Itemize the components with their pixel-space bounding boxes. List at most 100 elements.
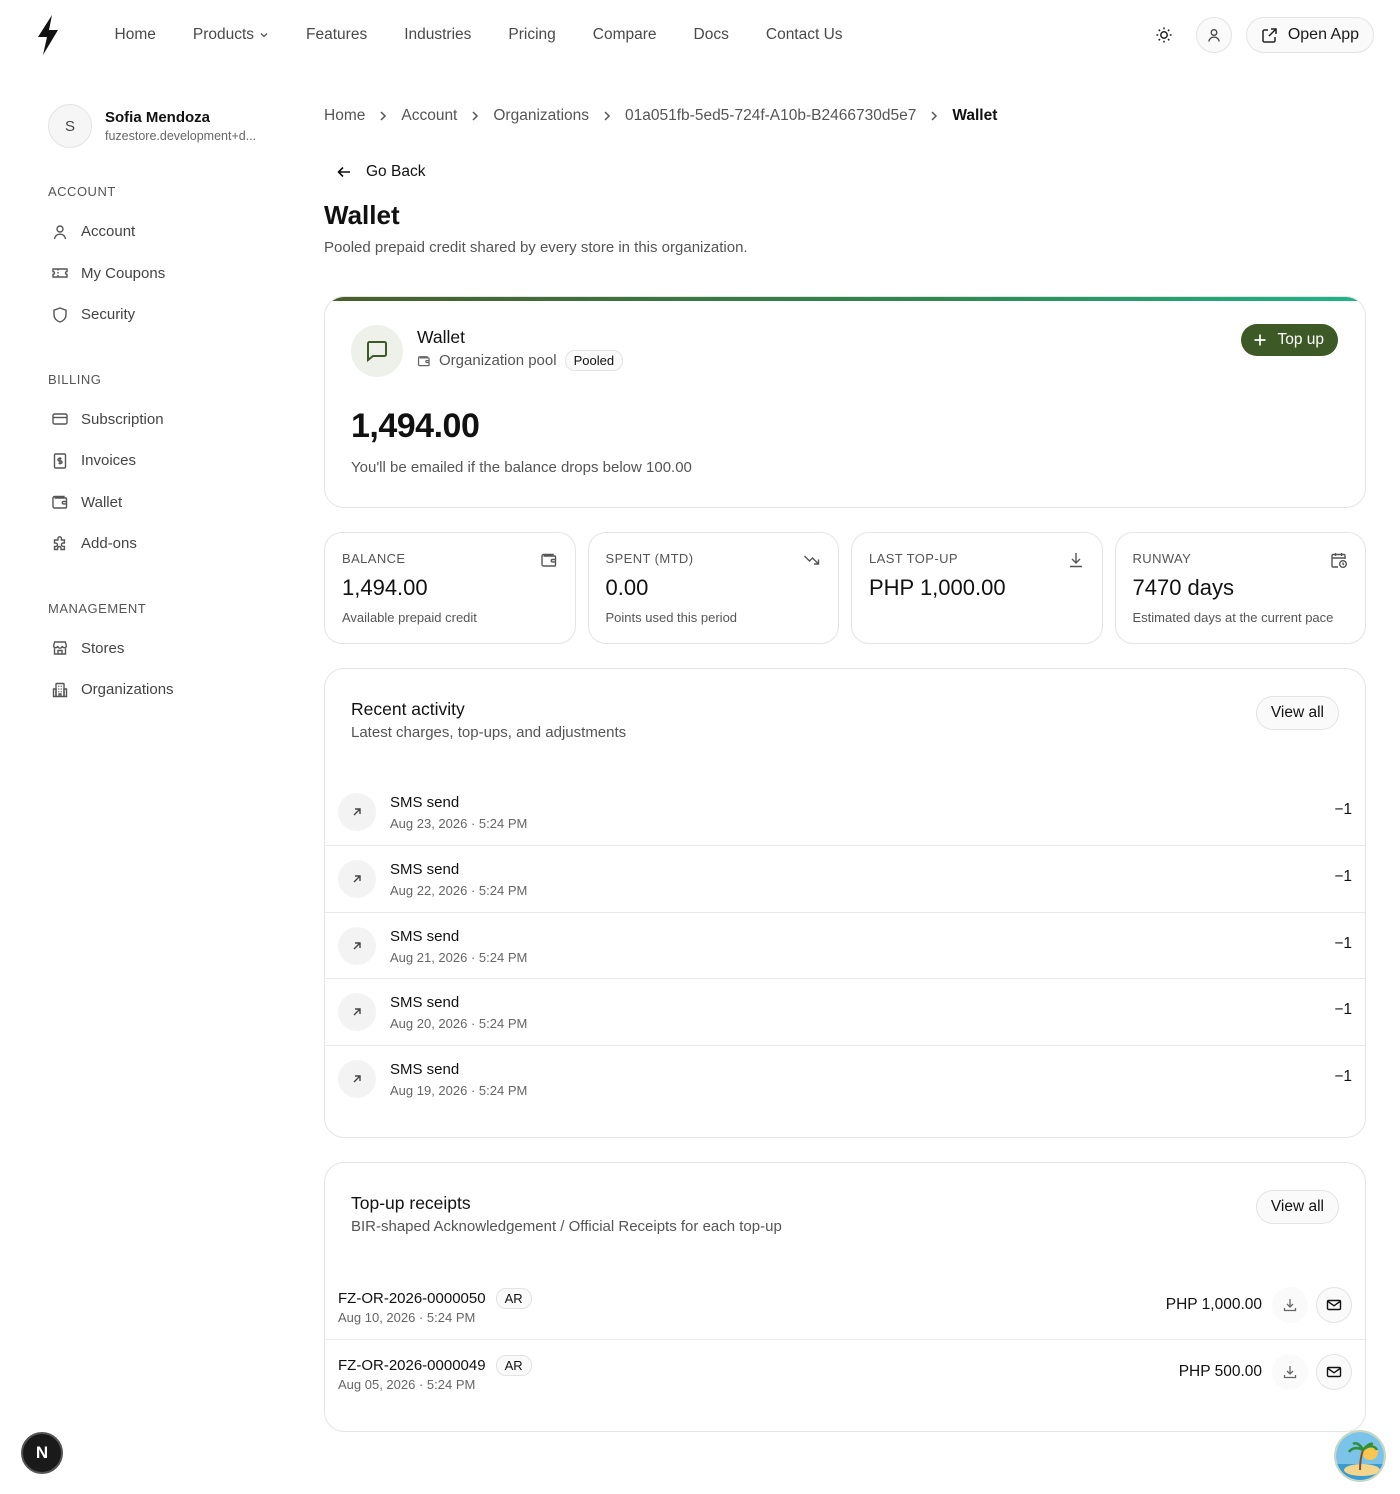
arrow-up-right-icon xyxy=(338,1060,376,1099)
nav-contact-us[interactable]: Contact Us xyxy=(747,22,861,48)
list-item[interactable]: SMS send Aug 21, 2026 · 5:24 PM −1 xyxy=(325,913,1365,980)
download-receipt-button[interactable] xyxy=(1272,1353,1308,1390)
recent-activity-card: Recent activity Latest charges, top-ups,… xyxy=(324,668,1366,1138)
calendar-clock-icon xyxy=(1331,553,1347,568)
breadcrumb-home[interactable]: Home xyxy=(324,107,365,125)
activity-date: Aug 22, 2026 · 5:24 PM xyxy=(390,882,528,898)
page-title: Wallet xyxy=(324,200,400,230)
activity-view-all-button[interactable]: View all xyxy=(1255,696,1339,730)
sidebar-item-stores[interactable]: Stores xyxy=(48,628,278,670)
download-receipt-button[interactable] xyxy=(1272,1287,1308,1323)
list-item: FZ-OR-2026-0000050 AR Aug 10, 2026 · 5:2… xyxy=(325,1273,1365,1340)
sidebar-item-label: Add-ons xyxy=(81,535,137,553)
go-back-button[interactable]: Go Back xyxy=(336,158,1366,186)
activity-title: SMS send xyxy=(390,927,460,945)
theme-toggle-button[interactable] xyxy=(1146,17,1182,53)
sidebar-item-account[interactable]: Account xyxy=(48,211,278,253)
user-icon xyxy=(1207,29,1220,42)
list-item[interactable]: SMS send Aug 20, 2026 · 5:24 PM −1 xyxy=(325,979,1365,1047)
activity-amount: −1 xyxy=(1334,934,1352,952)
user-name: Sofia Mendoza xyxy=(105,109,211,126)
top-up-label: Top up xyxy=(1277,331,1324,348)
stat-note: Estimated days at the current pace xyxy=(1132,610,1334,625)
user-email: fuzestore.development+d... xyxy=(105,129,257,143)
avatar: S xyxy=(48,104,92,148)
mail-icon xyxy=(1326,1366,1342,1377)
nav-compare[interactable]: Compare xyxy=(574,22,675,48)
stat-last-top-up: LAST TOP-UP PHP 1,000.00 xyxy=(851,532,1103,644)
activity-title: SMS send xyxy=(390,1061,460,1079)
mail-icon xyxy=(1326,1299,1342,1311)
list-item[interactable]: SMS send Aug 22, 2026 · 5:24 PM −1 xyxy=(325,846,1365,913)
island-avatar-button[interactable] xyxy=(1334,1430,1386,1482)
nav-products[interactable]: Products xyxy=(174,22,287,48)
list-item[interactable]: SMS send Aug 19, 2026 · 5:24 PM −1 xyxy=(325,1046,1365,1113)
receipt-number: FZ-OR-2026-0000050 xyxy=(338,1290,486,1307)
stat-value: 0.00 xyxy=(605,575,649,600)
activity-title: SMS send xyxy=(390,794,460,811)
sidebar-item-organizations[interactable]: Organizations xyxy=(48,669,278,711)
top-navbar: Home Products Features Industries Pricin… xyxy=(0,0,1400,70)
sidebar-item-security[interactable]: Security xyxy=(48,294,278,336)
nav-pricing[interactable]: Pricing xyxy=(490,22,574,48)
sidebar-item-label: Organizations xyxy=(81,681,174,699)
receipt-type-badge: AR xyxy=(495,1288,532,1309)
download-icon xyxy=(1283,1365,1297,1378)
email-receipt-button[interactable] xyxy=(1316,1287,1352,1323)
nav-features[interactable]: Features xyxy=(288,22,386,48)
list-item: FZ-OR-2026-0000049 AR Aug 05, 2026 · 5:2… xyxy=(325,1340,1365,1407)
page-subtitle: Pooled prepaid credit shared by every st… xyxy=(324,239,748,256)
stat-note: Points used this period xyxy=(605,610,738,625)
sun-icon xyxy=(1156,27,1172,43)
breadcrumb-current: Wallet xyxy=(952,107,998,124)
stat-label: RUNWAY xyxy=(1132,551,1192,566)
external-link-icon xyxy=(1262,27,1277,43)
sidebar-item-wallet[interactable]: Wallet xyxy=(48,482,278,524)
wallet-card-icon xyxy=(351,325,403,377)
sidebar-item-label: Security xyxy=(81,306,136,324)
open-app-button[interactable]: Open App xyxy=(1245,17,1374,53)
activity-amount: −1 xyxy=(1334,867,1352,885)
wallet-card-meta: Organization pool Pooled xyxy=(417,350,624,371)
profile-button[interactable] xyxy=(1195,17,1232,53)
breadcrumb-organization-id[interactable]: 01a051fb-5ed5-724f-A10b-B2466730d5e7 xyxy=(625,107,916,125)
nav-industries[interactable]: Industries xyxy=(386,22,490,48)
go-back-label: Go Back xyxy=(366,163,426,180)
breadcrumb-account[interactable]: Account xyxy=(401,107,457,125)
email-receipt-button[interactable] xyxy=(1316,1353,1352,1390)
arrow-left-icon xyxy=(337,166,350,178)
sidebar-item-label: Account xyxy=(81,223,136,241)
download-icon xyxy=(1283,1299,1297,1312)
receipt-type-badge: AR xyxy=(495,1354,532,1376)
receipt-icon xyxy=(53,453,67,469)
activity-date: Aug 23, 2026 · 5:24 PM xyxy=(390,816,528,831)
plus-icon xyxy=(1254,334,1266,346)
stat-balance: BALANCE 1,494.00 Available prepaid credi… xyxy=(324,532,576,644)
sidebar-item-my-coupons[interactable]: My Coupons xyxy=(48,253,278,295)
nav-home[interactable]: Home xyxy=(96,22,174,48)
receipt-number: FZ-OR-2026-0000049 xyxy=(338,1356,486,1374)
nav-docs[interactable]: Docs xyxy=(675,22,747,48)
user-profile: S Sofia Mendoza fuzestore.development+d.… xyxy=(48,104,278,148)
breadcrumb: Home Account Organizations 01a051fb-5ed5… xyxy=(324,100,1366,132)
chevron-right-icon xyxy=(604,111,611,121)
chevron-down-icon xyxy=(260,33,268,38)
breadcrumb-organizations[interactable]: Organizations xyxy=(493,107,589,125)
dev-tools-button[interactable]: N xyxy=(21,1432,63,1474)
island-icon xyxy=(1336,1432,1384,1480)
stat-value: 1,494.00 xyxy=(342,575,428,600)
sidebar-item-invoices[interactable]: Invoices xyxy=(48,440,278,482)
sidebar-item-add-ons[interactable]: Add-ons xyxy=(48,523,278,565)
main-content: Home Account Organizations 01a051fb-5ed5… xyxy=(324,100,1366,1432)
lightning-logo-icon[interactable] xyxy=(34,13,62,57)
activity-title: SMS send xyxy=(390,860,460,878)
sidebar-item-subscription[interactable]: Subscription xyxy=(48,399,278,441)
store-icon xyxy=(52,641,68,655)
list-item[interactable]: SMS send Aug 23, 2026 · 5:24 PM −1 xyxy=(325,779,1365,846)
wallet-icon xyxy=(52,496,68,509)
low-balance-note: You'll be emailed if the balance drops b… xyxy=(351,459,692,476)
top-up-button[interactable]: Top up xyxy=(1241,324,1338,356)
wallet-icon xyxy=(540,553,556,567)
activity-list: SMS send Aug 23, 2026 · 5:24 PM −1 SMS s… xyxy=(325,779,1365,1113)
receipts-view-all-button[interactable]: View all xyxy=(1255,1190,1339,1224)
